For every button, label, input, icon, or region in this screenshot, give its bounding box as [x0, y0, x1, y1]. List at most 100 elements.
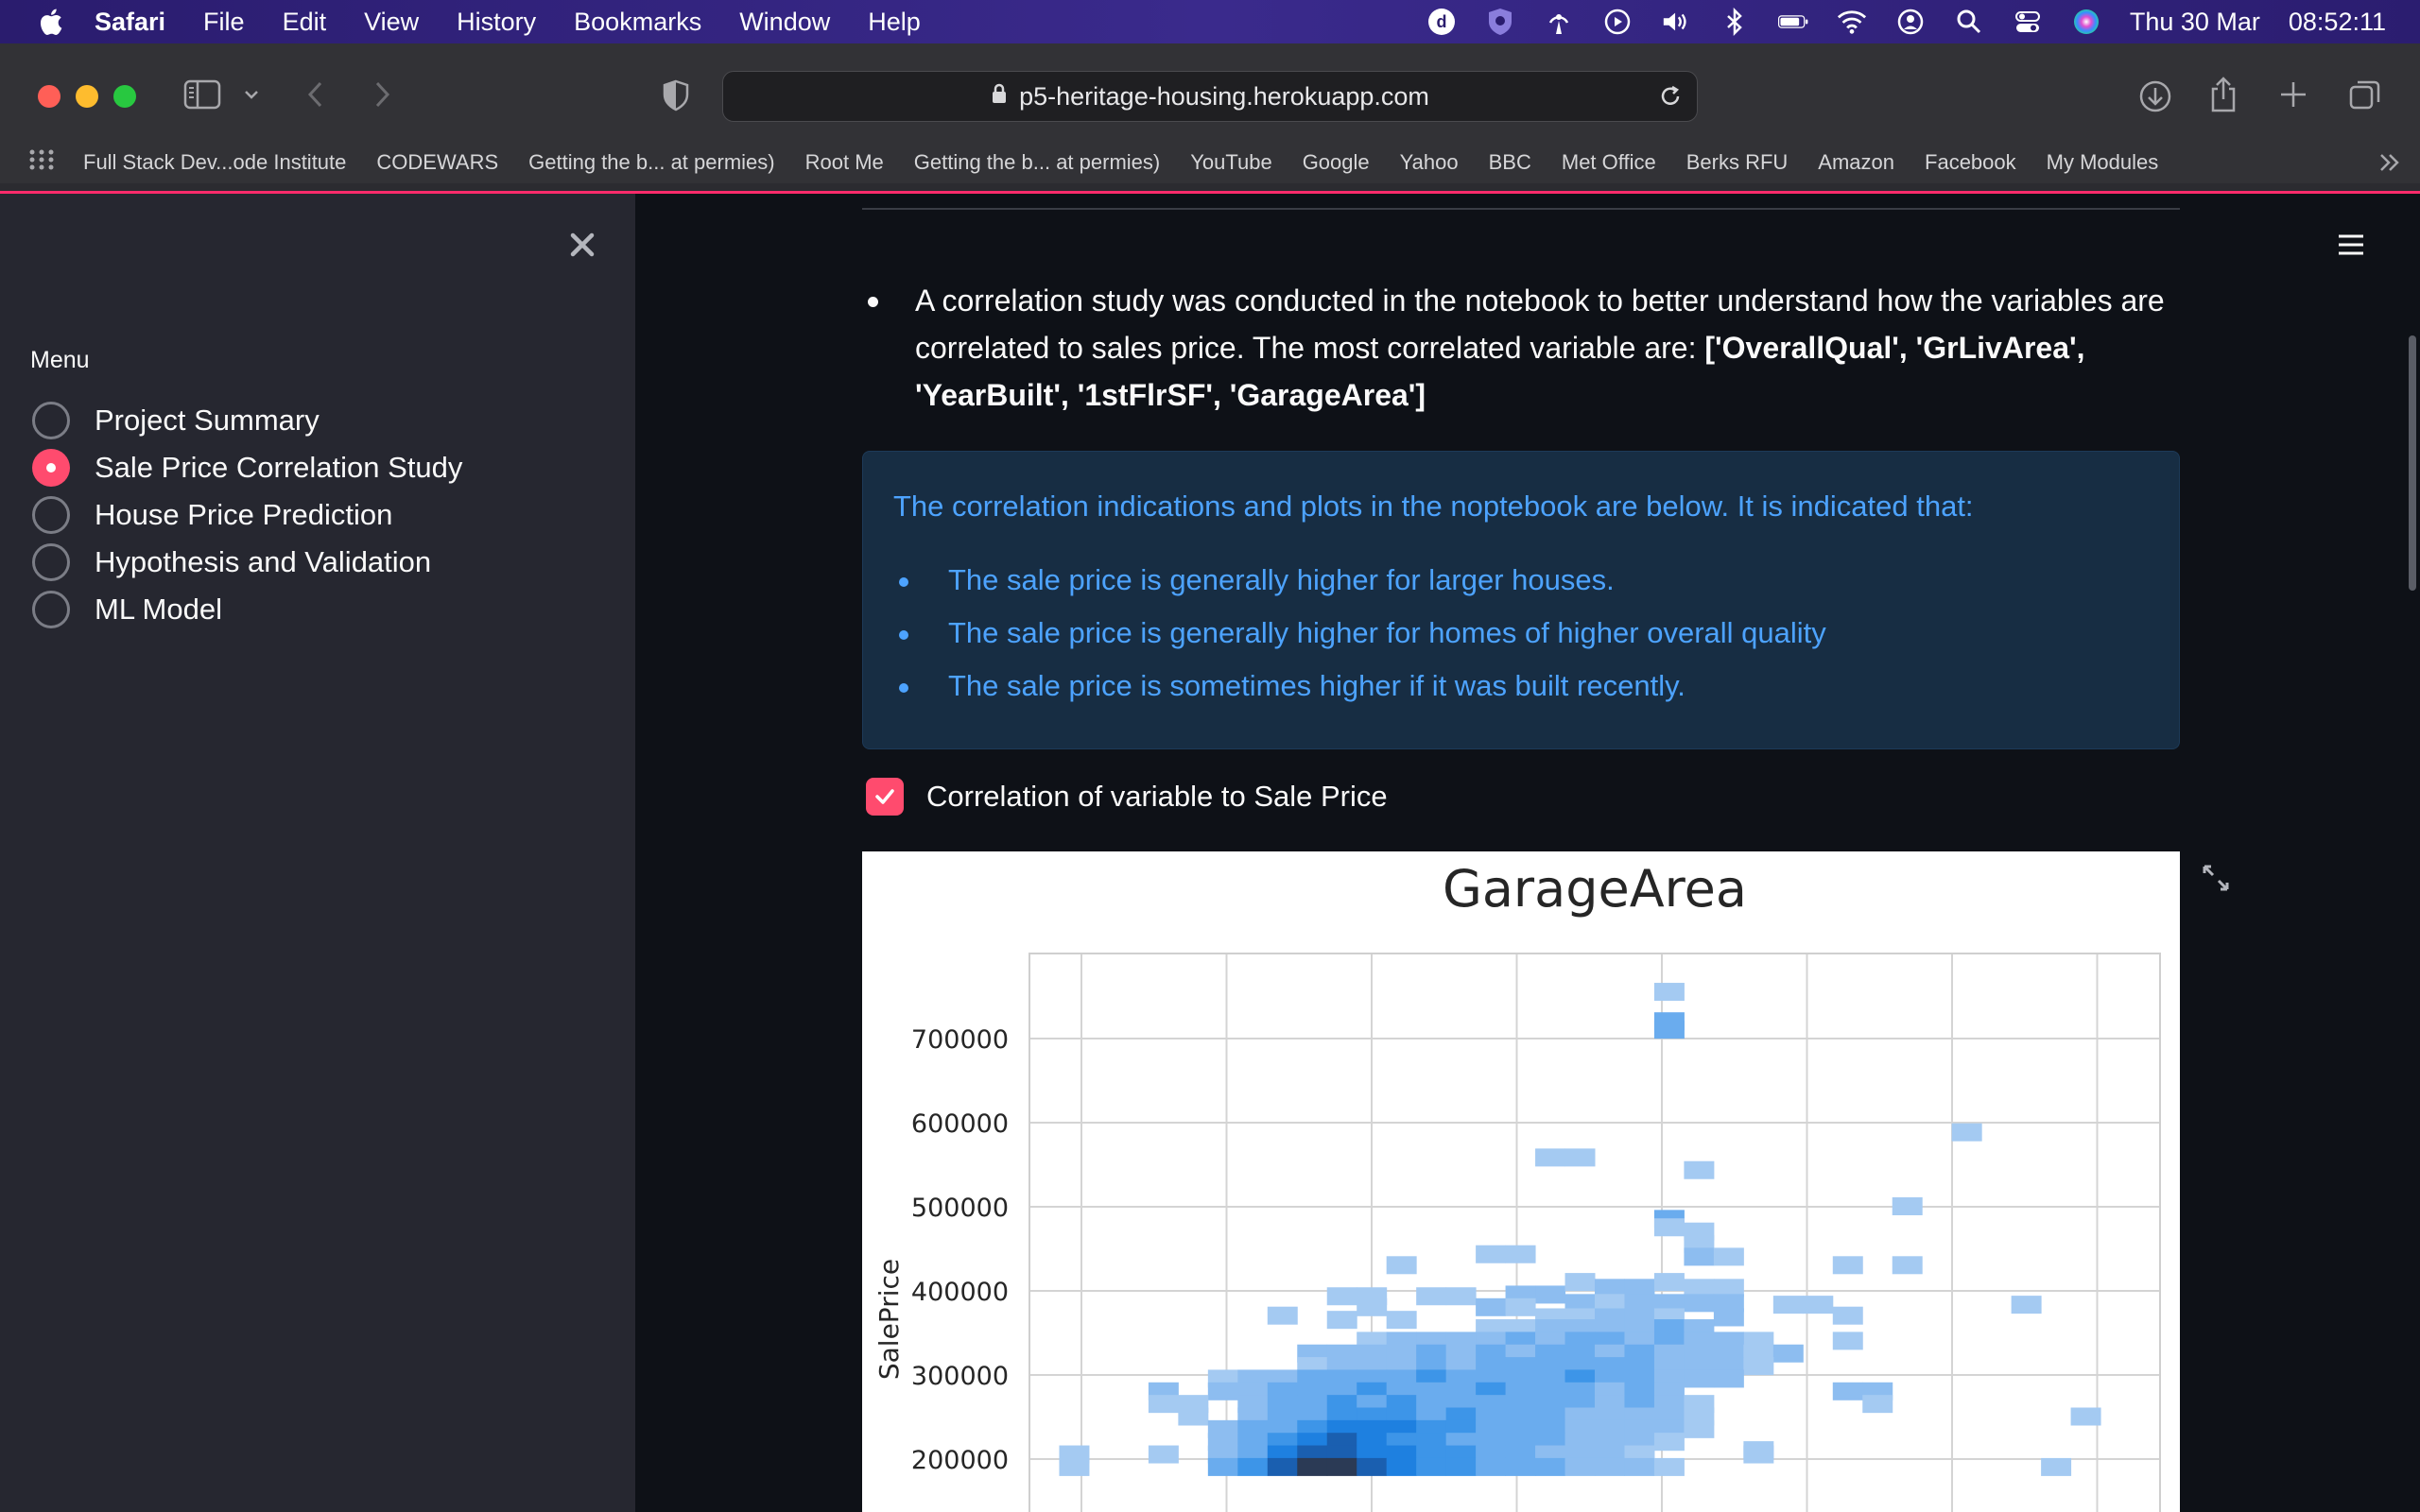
heatmap-cell	[1832, 1332, 1863, 1350]
summary-text: A correlation study was conducted in the…	[915, 277, 2180, 419]
spotlight-search-icon[interactable]	[1954, 7, 1984, 37]
battery-icon[interactable]	[1777, 7, 1808, 37]
heatmap-cell	[1326, 1287, 1357, 1306]
heatmap-cell	[1832, 1382, 1863, 1400]
bookmark-item[interactable]: YouTube	[1190, 150, 1271, 175]
sidebar-item-house-price-prediction[interactable]: House Price Prediction	[32, 496, 392, 534]
menu-help[interactable]: Help	[868, 8, 921, 37]
share-icon[interactable]	[2208, 76, 2238, 113]
bookmark-item[interactable]: CODEWARS	[376, 150, 498, 175]
heatmap-cell	[1148, 1445, 1179, 1464]
heatmap-cell	[1713, 1308, 1744, 1327]
radio-button[interactable]	[32, 591, 70, 628]
sidebar-item-hypothesis-and-validation[interactable]: Hypothesis and Validation	[32, 543, 431, 581]
heatmap-cell	[1357, 1297, 1388, 1316]
reload-icon[interactable]	[1657, 83, 1684, 116]
heatmap-cell	[1743, 1445, 1774, 1464]
heatmap-cell	[1476, 1245, 1507, 1263]
menubar-time[interactable]: 08:52:11	[2289, 8, 2386, 37]
bookmark-item[interactable]: Berks RFU	[1686, 150, 1789, 175]
sidebar-item-label: House Price Prediction	[95, 498, 393, 531]
minimize-window-button[interactable]	[76, 85, 98, 108]
bookmark-item[interactable]: Getting the b... at permies)	[914, 150, 1160, 175]
heatmap-cell	[1267, 1306, 1298, 1325]
bookmark-item[interactable]: Google	[1303, 150, 1370, 175]
radio-button[interactable]	[32, 402, 70, 439]
correlation-checkbox[interactable]	[866, 778, 904, 816]
downloads-icon[interactable]	[2138, 79, 2172, 113]
apps-grid-icon[interactable]	[28, 148, 55, 177]
bookmark-item[interactable]: My Modules	[2047, 150, 2159, 175]
bookmark-item[interactable]: Full Stack Dev...ode Institute	[83, 150, 346, 175]
airdrop-icon[interactable]	[1544, 7, 1574, 37]
main-scrollbar[interactable]	[2409, 335, 2416, 591]
back-icon[interactable]	[304, 79, 327, 110]
heatmap-cell	[1624, 1457, 1655, 1476]
heatmap-cell	[1386, 1311, 1417, 1330]
heatmap-cell	[1059, 1457, 1090, 1476]
close-sidebar-icon[interactable]	[563, 226, 601, 264]
double-chevron-right-icon[interactable]	[2377, 149, 2403, 181]
menu-view[interactable]: View	[364, 8, 419, 37]
hamburger-menu-icon[interactable]	[2337, 232, 2365, 263]
bookmark-item[interactable]: Yahoo	[1400, 150, 1459, 175]
sidebar-item-project-summary[interactable]: Project Summary	[32, 402, 320, 439]
heatmap-cell	[1237, 1457, 1269, 1476]
forward-icon[interactable]	[371, 79, 393, 110]
control-center-icon[interactable]	[2013, 7, 2043, 37]
heatmap-cell	[1684, 1419, 1715, 1438]
wifi-icon[interactable]	[1837, 7, 1867, 37]
heatmap-cell	[1832, 1256, 1863, 1275]
heatmap-cell	[2041, 1457, 2072, 1476]
menu-file[interactable]: File	[203, 8, 245, 37]
heatmap-cell	[1535, 1285, 1566, 1304]
bookmark-item[interactable]: Root Me	[805, 150, 884, 175]
radio-button-selected[interactable]	[32, 449, 70, 487]
bookmark-item[interactable]: Met Office	[1562, 150, 1656, 175]
correlation-checkbox-row[interactable]: Correlation of variable to Sale Price	[866, 778, 1388, 816]
zoom-window-button[interactable]	[113, 85, 136, 108]
radio-button[interactable]	[32, 543, 70, 581]
bookmark-item[interactable]: Getting the b... at permies)	[528, 150, 774, 175]
chart-y-tick-label: 200000	[911, 1446, 1009, 1475]
chevron-down-icon[interactable]	[242, 85, 261, 104]
bookmark-item[interactable]: BBC	[1489, 150, 1531, 175]
volume-icon[interactable]	[1661, 7, 1691, 37]
heatmap-cell	[1564, 1273, 1596, 1292]
tab-overview-icon[interactable]	[2348, 77, 2382, 112]
new-tab-icon[interactable]	[2278, 79, 2308, 110]
bookmark-item[interactable]: Facebook	[1925, 150, 2016, 175]
section-divider	[862, 208, 2180, 210]
siri-icon[interactable]	[2071, 7, 2101, 37]
privacy-shield-icon[interactable]	[662, 79, 690, 112]
dashlane-icon[interactable]: d	[1426, 7, 1457, 37]
menu-history[interactable]: History	[457, 8, 536, 37]
close-window-button[interactable]	[38, 85, 60, 108]
menu-bookmarks[interactable]: Bookmarks	[574, 8, 701, 37]
heatmap-cell	[1416, 1457, 1447, 1476]
heatmap-cell	[1743, 1357, 1774, 1376]
address-bar[interactable]: p5-heritage-housing.herokuapp.com	[722, 71, 1698, 122]
info-intro-text: The correlation indications and plots in…	[893, 490, 1974, 523]
sidebar-item-ml-model[interactable]: ML Model	[32, 591, 222, 628]
menu-app-name[interactable]: Safari	[95, 8, 165, 37]
heatmap-cell	[1595, 1457, 1625, 1476]
play-circle-icon[interactable]	[1602, 7, 1633, 37]
heatmap-cell	[1476, 1297, 1507, 1316]
sidebar-item-sale-price-correlation-study[interactable]: Sale Price Correlation Study	[32, 449, 462, 487]
shield-app-icon[interactable]	[1485, 7, 1515, 37]
sidebar-toggle-icon[interactable]	[183, 79, 221, 110]
menu-edit[interactable]: Edit	[283, 8, 327, 37]
heatmap-cell	[1505, 1245, 1536, 1263]
radio-button[interactable]	[32, 496, 70, 534]
sidebar-menu-title: Menu	[30, 347, 90, 373]
bookmark-item[interactable]: Amazon	[1818, 150, 1894, 175]
menu-window[interactable]: Window	[739, 8, 830, 37]
fullscreen-expand-icon[interactable]	[2201, 863, 2231, 898]
heatmap-cell	[1862, 1395, 1893, 1414]
user-account-icon[interactable]	[1895, 7, 1926, 37]
heatmap-cell	[1445, 1287, 1477, 1306]
bluetooth-icon[interactable]	[1720, 7, 1750, 37]
apple-logo-icon[interactable]	[36, 7, 64, 37]
menubar-date[interactable]: Thu 30 Mar	[2130, 8, 2260, 37]
